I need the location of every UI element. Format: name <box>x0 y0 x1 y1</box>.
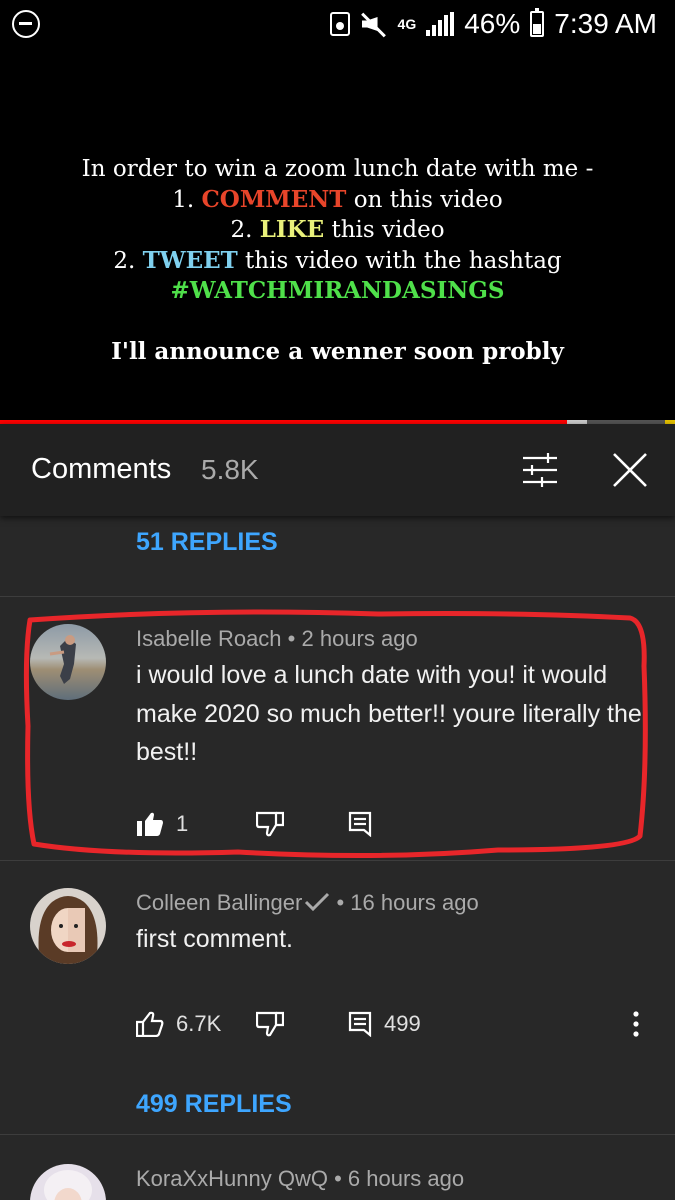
video-caption-line: 2. TWEET this video with the hashtag <box>0 246 675 277</box>
comment-meta: Isabelle Roach • 2 hours ago <box>136 626 418 651</box>
comment-time: 2 hours ago <box>301 626 418 651</box>
video-caption: In order to win a zoom lunch date with m… <box>0 154 675 307</box>
reply-count: 499 <box>384 1011 421 1036</box>
caption-prefix: 2. <box>230 217 260 243</box>
comment-meta: Colleen Ballinger • 16 hours ago <box>136 890 479 915</box>
comment-author[interactable]: Isabelle Roach <box>136 626 282 651</box>
battery-percent: 46% <box>464 8 521 39</box>
comments-count: 5.8K <box>201 454 259 485</box>
status-icons: 4G 46% 7:39 AM <box>329 6 657 42</box>
dislike-button[interactable] <box>256 1004 284 1044</box>
comment-actions: 6.7K 499 <box>136 1004 656 1044</box>
do-not-disturb-icon <box>12 10 40 38</box>
close-icon[interactable] <box>610 450 650 490</box>
caption-highlight: #WATCHMIRANDASINGS <box>170 277 505 304</box>
thumbs-up-filled-icon <box>137 812 163 836</box>
signal-icon <box>426 12 455 36</box>
divider <box>0 860 675 861</box>
more-options-button[interactable] <box>632 1004 640 1044</box>
sim-icon <box>329 12 350 36</box>
sort-filter-icon[interactable] <box>520 450 560 490</box>
avatar[interactable] <box>30 1164 106 1200</box>
comment-text: i would love a lunch date with you! it w… <box>136 661 642 766</box>
status-bar: 4G 46% 7:39 AM <box>0 0 675 48</box>
thumbs-down-icon <box>256 1011 284 1037</box>
avatar-face-icon <box>44 1170 92 1200</box>
comment-text: first comment. <box>136 925 293 953</box>
like-button[interactable]: 1 <box>136 804 188 844</box>
comment-time: 16 hours ago <box>350 890 479 915</box>
reply-button[interactable] <box>348 804 372 844</box>
video-caption-line: 1. COMMENT on this video <box>0 185 675 216</box>
thumbs-down-icon <box>256 811 284 837</box>
view-replies-button[interactable]: 51 REPLIES <box>136 528 278 557</box>
avatar-face-icon <box>38 896 98 964</box>
like-count: 6.7K <box>176 1011 222 1036</box>
video-caption-line: In order to win a zoom lunch date with m… <box>0 154 675 185</box>
dislike-button[interactable] <box>256 804 284 844</box>
video-announce-text: I'll announce a wenner soon probly <box>111 338 564 365</box>
more-vert-icon <box>633 1011 639 1037</box>
caption-text: this video with the hashtag <box>237 247 562 274</box>
video-caption-line: 2. LIKE this video <box>0 215 675 246</box>
divider <box>0 596 675 597</box>
video-caption-line: #WATCHMIRANDASINGS <box>0 276 675 307</box>
like-count: 1 <box>176 811 189 836</box>
comment-author[interactable]: KoraXxHunny QwQ <box>136 1166 328 1191</box>
avatar[interactable] <box>30 624 106 700</box>
comment-meta: KoraXxHunny QwQ • 6 hours ago <box>136 1166 465 1191</box>
caption-text: on this video <box>346 186 503 213</box>
reply-icon <box>348 811 372 837</box>
caption-text: this video <box>324 217 445 243</box>
network-type: 4G <box>397 16 417 32</box>
like-button[interactable]: 6.7K <box>136 1004 221 1044</box>
comments-header: Comments 5.8K <box>0 424 675 516</box>
reply-button[interactable]: 499 <box>348 1004 421 1044</box>
battery-icon <box>530 8 545 37</box>
reply-icon <box>348 1011 372 1037</box>
mute-icon <box>360 11 388 37</box>
comments-title: Comments <box>31 453 172 485</box>
caption-prefix: 2. <box>113 247 143 274</box>
thumbs-up-icon <box>136 1011 164 1037</box>
view-replies-button[interactable]: 499 REPLIES <box>136 1090 292 1119</box>
avatar-figure-icon <box>49 635 76 684</box>
comment-actions: 1 <box>136 804 656 844</box>
clock: 7:39 AM <box>554 8 657 39</box>
comment-author[interactable]: Colleen Ballinger <box>136 890 302 915</box>
verified-check-icon <box>305 892 330 912</box>
comments-panel: Comments 5.8K 51 REPLIES Isabelle Roach … <box>0 424 675 1200</box>
caption-text: In order to win a zoom lunch date with m… <box>81 156 594 182</box>
caption-highlight: COMMENT <box>201 185 347 213</box>
video-player[interactable]: In order to win a zoom lunch date with m… <box>0 48 675 420</box>
divider <box>0 1134 675 1135</box>
caption-prefix: 1. <box>172 186 202 213</box>
avatar[interactable] <box>30 888 106 964</box>
caption-highlight: TWEET <box>142 246 238 274</box>
comment-time: 6 hours ago <box>347 1166 465 1191</box>
caption-highlight: LIKE <box>259 216 325 243</box>
